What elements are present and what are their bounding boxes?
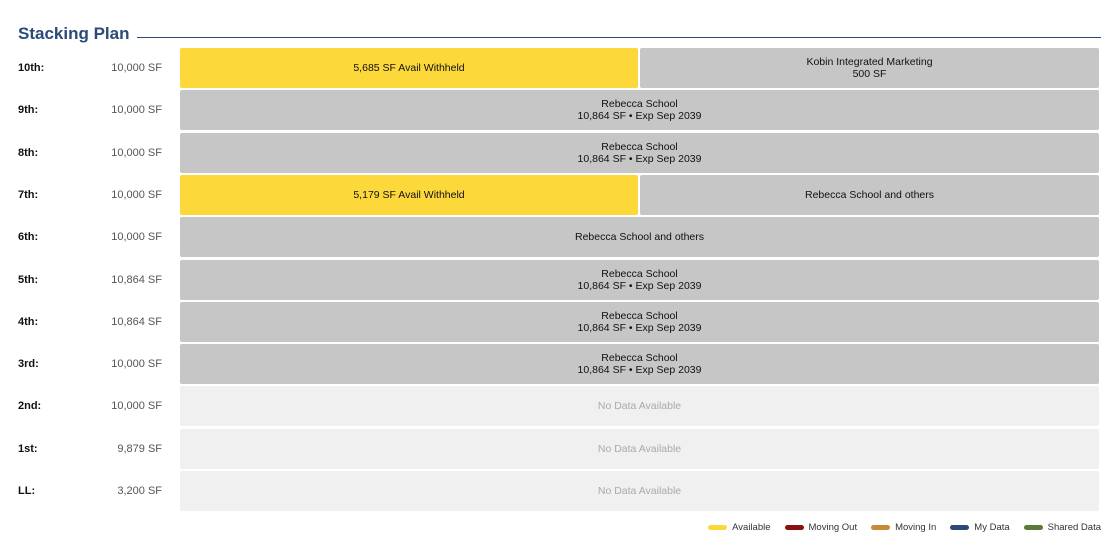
no-data-block: No Data Available [180, 428, 1099, 469]
floor-bar: 5,179 SF Avail Withheld Rebecca School an… [180, 174, 1099, 215]
floor-bar: Rebecca School 10,864 SF • Exp Sep 2039 [180, 132, 1099, 173]
floor-row: 2nd: 10,000 SF No Data Available [0, 386, 1116, 427]
tenant-block[interactable]: Rebecca School 10,864 SF • Exp Sep 2039 [180, 259, 1099, 300]
floor-label: 6th: [18, 231, 39, 244]
floor-row: 9th: 10,000 SF Rebecca School 10,864 SF • E… [0, 90, 1116, 131]
legend-swatch [1023, 525, 1043, 530]
floor-label: 7th: [18, 188, 39, 201]
floor-bar: Rebecca School 10,864 SF • Exp Sep 2039 [180, 301, 1099, 342]
legend-swatch [871, 525, 891, 530]
floor-label: 2nd: [18, 400, 42, 413]
no-data-block: No Data Available [180, 471, 1099, 511]
floor-bar: 5,685 SF Avail Withheld Kobin Integrated … [180, 48, 1099, 88]
block-text: No Data Available [597, 485, 682, 497]
tenant-block[interactable]: Kobin Integrated Marketing 500 SF [640, 48, 1099, 88]
legend-label: Shared Data [1047, 522, 1101, 533]
floor-label: LL: [18, 485, 36, 497]
tenant-block[interactable]: Rebecca School 10,864 SF • Exp Sep 2039 [180, 132, 1099, 173]
floor-label: 4th: [18, 315, 39, 328]
floor-square-footage: 3,200 SF [117, 485, 162, 497]
block-text: Rebecca School and others [575, 231, 704, 244]
floor-square-footage: 10,000 SF [111, 104, 162, 117]
legend-swatch [784, 525, 804, 530]
floor-row: 10th: 10,000 SF 5,685 SF Avail Withheld Kob… [0, 48, 1116, 88]
floor-square-footage: 9,879 SF [117, 442, 162, 455]
legend-label: Moving Out [808, 522, 858, 533]
floor-square-footage: 10,864 SF [111, 273, 162, 286]
legend-item: Available [708, 522, 771, 533]
tenant-block[interactable]: Rebecca School and others [640, 174, 1099, 215]
stacking-plan-header: Stacking Plan [18, 20, 1101, 44]
floor-label: 5th: [18, 273, 39, 286]
block-text: 500 SF [852, 68, 887, 80]
floor-bar: Rebecca School 10,864 SF • Exp Sep 2039 [180, 259, 1099, 300]
floor-row: 1st: 9,879 SF No Data Available [0, 428, 1116, 469]
legend-item: Moving Out [784, 522, 858, 533]
floor-row: 4th: 10,864 SF Rebecca School 10,864 SF • E… [0, 301, 1116, 342]
floor-row: 3rd: 10,000 SF Rebecca School 10,864 SF • E… [0, 344, 1116, 385]
floor-label: 9th: [18, 104, 39, 117]
block-text: Rebecca School and others [805, 188, 934, 201]
block-text: Rebecca School [601, 309, 678, 322]
floor-row: 5th: 10,864 SF Rebecca School 10,864 SF • E… [0, 259, 1116, 300]
block-text: 10,864 SF • Exp Sep 2039 [577, 152, 702, 165]
floor-square-footage: 10,000 SF [111, 358, 162, 371]
tenant-block[interactable]: Rebecca School 10,864 SF • Exp Sep 2039 [180, 344, 1099, 385]
floor-label: 8th: [18, 146, 39, 159]
legend-label: Moving In [895, 522, 937, 533]
floor-square-footage: 10,864 SF [111, 315, 162, 328]
block-text: No Data Available [597, 400, 682, 413]
floor-row: LL: 3,200 SF No Data Available [0, 471, 1116, 511]
block-text: 10,864 SF • Exp Sep 2039 [577, 279, 702, 292]
floor-square-footage: 10,000 SF [111, 400, 162, 413]
floor-square-footage: 10,000 SF [111, 146, 162, 159]
legend-swatch [708, 525, 728, 530]
tenant-block[interactable]: Rebecca School and others [180, 217, 1099, 258]
available-space-block[interactable]: 5,685 SF Avail Withheld [180, 48, 638, 88]
block-text: Rebecca School [601, 352, 678, 365]
floor-label: 3rd: [18, 358, 39, 371]
legend-item: Shared Data [1023, 522, 1101, 533]
block-text: Rebecca School [601, 98, 678, 111]
legend: Available Moving Out Moving In My Data Share… [694, 522, 1101, 533]
floor-bar: No Data Available [180, 428, 1099, 469]
floor-bar: No Data Available [180, 386, 1099, 427]
floor-label: 1st: [18, 442, 38, 455]
floor-bar: Rebecca School 10,864 SF • Exp Sep 2039 [180, 344, 1099, 385]
block-text: 10,864 SF • Exp Sep 2039 [577, 110, 702, 123]
block-text: 5,179 SF Avail Withheld [353, 188, 465, 201]
block-text: Rebecca School [601, 267, 678, 280]
available-space-block[interactable]: 5,179 SF Avail Withheld [180, 174, 638, 215]
block-text: Kobin Integrated Marketing [806, 56, 933, 68]
floor-bar: Rebecca School and others [180, 217, 1099, 258]
legend-item: Moving In [871, 522, 936, 533]
tenant-block[interactable]: Rebecca School 10,864 SF • Exp Sep 2039 [180, 301, 1099, 342]
legend-item: My Data [950, 522, 1010, 533]
floor-row: 7th: 10,000 SF 5,179 SF Avail Withheld Rebe… [0, 174, 1116, 215]
floor-square-footage: 10,000 SF [111, 62, 162, 74]
legend-label: My Data [974, 522, 1010, 533]
title-divider [137, 37, 1101, 38]
block-text: 10,864 SF • Exp Sep 2039 [577, 321, 702, 334]
floor-square-footage: 10,000 SF [111, 188, 162, 201]
floor-row: 6th: 10,000 SF Rebecca School and others [0, 217, 1116, 258]
block-text: Rebecca School [601, 140, 678, 153]
tenant-block[interactable]: Rebecca School 10,864 SF • Exp Sep 2039 [180, 90, 1099, 131]
floor-square-footage: 10,000 SF [111, 231, 162, 244]
legend-swatch [950, 525, 970, 530]
page-title: Stacking Plan [18, 24, 130, 43]
legend-label: Available [732, 522, 771, 533]
block-text: 10,864 SF • Exp Sep 2039 [577, 364, 702, 377]
block-text: No Data Available [597, 442, 682, 455]
floor-label: 10th: [18, 62, 45, 74]
floor-bar: Rebecca School 10,864 SF • Exp Sep 2039 [180, 90, 1099, 131]
floor-row: 8th: 10,000 SF Rebecca School 10,864 SF • E… [0, 132, 1116, 173]
floor-bar: No Data Available [180, 471, 1099, 511]
no-data-block: No Data Available [180, 386, 1099, 427]
block-text: 5,685 SF Avail Withheld [353, 62, 465, 74]
